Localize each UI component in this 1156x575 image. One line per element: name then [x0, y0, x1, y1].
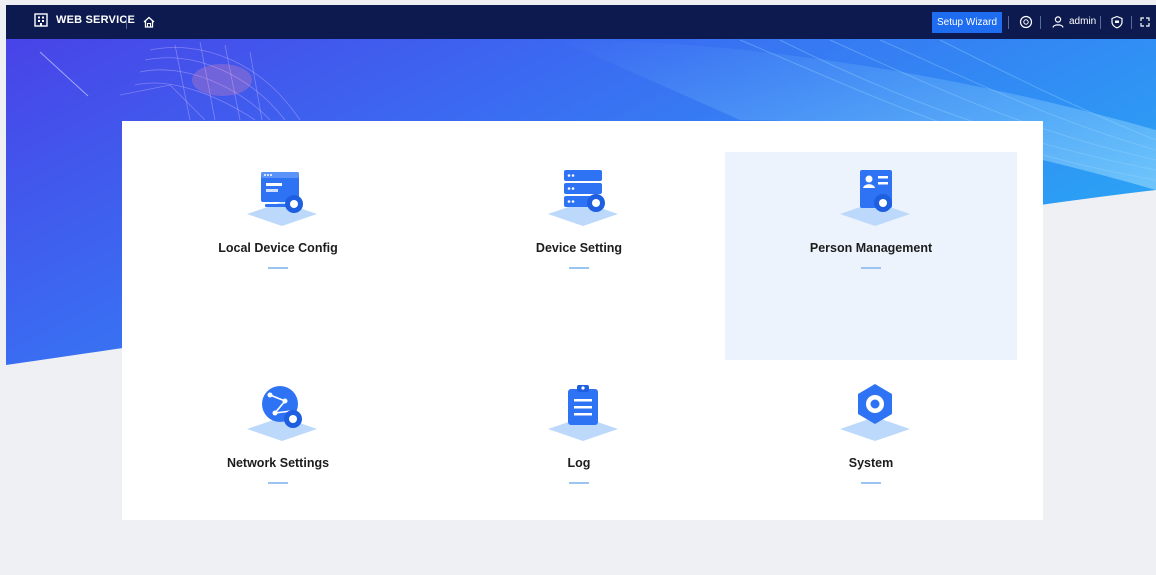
help-icon[interactable] — [1019, 15, 1033, 29]
menu-tile-device-setting[interactable]: Device Setting — [433, 152, 725, 360]
clipboard-icon — [548, 385, 618, 441]
menu-tile-person-management[interactable]: Person Management — [725, 152, 1017, 360]
tile-underline — [861, 267, 881, 269]
divider — [1008, 16, 1009, 29]
tile-underline — [861, 482, 881, 484]
tile-underline — [268, 482, 288, 484]
tile-underline — [268, 267, 288, 269]
tile-label: Log — [567, 456, 591, 470]
main-menu-panel: Local Device Config Device Setting Perso… — [122, 121, 1043, 520]
hexagon-gear-icon — [840, 384, 910, 441]
menu-tile-log[interactable]: Log — [433, 367, 725, 575]
home-icon[interactable] — [142, 15, 156, 29]
menu-tile-local-device-config[interactable]: Local Device Config — [132, 152, 424, 360]
tile-underline — [569, 482, 589, 484]
menu-tile-system[interactable]: System — [725, 367, 1017, 575]
menu-tile-network-settings[interactable]: Network Settings — [132, 367, 424, 575]
person-card-gear-icon — [840, 170, 910, 226]
top-bar: WEB SERVICE Setup Wizard admin — [6, 5, 1156, 39]
brand: WEB SERVICE — [34, 13, 135, 27]
monitor-gear-icon — [247, 172, 317, 226]
tile-label: Device Setting — [535, 241, 623, 255]
tile-underline — [569, 267, 589, 269]
globe-network-gear-icon — [247, 386, 317, 441]
tile-label: Network Settings — [226, 456, 330, 470]
divider — [1100, 16, 1101, 29]
user-icon[interactable] — [1051, 15, 1065, 29]
server-gear-icon — [548, 170, 618, 226]
tile-label: System — [848, 456, 894, 470]
app-title: WEB SERVICE — [56, 14, 136, 26]
shield-icon[interactable] — [1110, 15, 1124, 29]
fullscreen-icon[interactable] — [1138, 15, 1152, 29]
divider — [126, 16, 127, 29]
tile-label: Local Device Config — [218, 241, 338, 255]
building-logo-icon — [34, 13, 48, 27]
divider — [1131, 16, 1132, 29]
user-name[interactable]: admin — [1069, 16, 1096, 27]
tile-label: Person Management — [809, 241, 933, 255]
divider — [1040, 16, 1041, 29]
setup-wizard-button[interactable]: Setup Wizard — [932, 12, 1002, 33]
